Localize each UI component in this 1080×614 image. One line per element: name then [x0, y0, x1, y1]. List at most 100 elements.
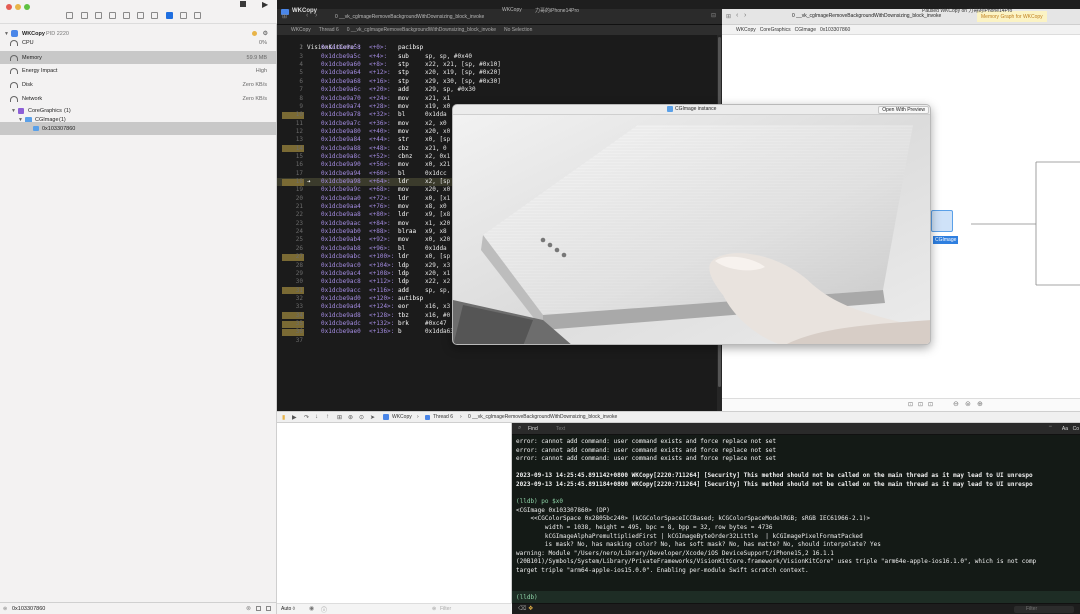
zoom-out-icon[interactable]: ⊖ [953, 400, 959, 408]
code-line[interactable]: 5 0x1dcbe9a64 <+12>: stp x20, x19, [sp, #0x2… [277, 69, 717, 77]
back-icon[interactable]: ‹ [736, 12, 738, 19]
find-input[interactable]: Text [556, 426, 565, 432]
open-with-preview-button[interactable]: Open With Preview [878, 106, 929, 114]
instruction-opcode: autibsp [398, 294, 424, 302]
navigator-filter-input[interactable]: 0x103307860 [12, 606, 45, 612]
export-icon[interactable]: ⊡ [908, 401, 913, 408]
jump-selection[interactable]: No Selection [504, 27, 532, 33]
debug-thread[interactable]: Thread 6 [433, 414, 453, 420]
find-mode[interactable]: Find [528, 426, 538, 432]
code-line[interactable]: 8 0x1dcbe9a70 <+24>: mov x21, x1 [277, 95, 717, 103]
assist-tab-disassembly[interactable]: 0 __vk_cgImageRemoveBackgroundWithDownsi… [792, 13, 941, 19]
tree-row-instance[interactable]: 0x103307860 [0, 122, 277, 135]
location-icon[interactable]: ➤ [370, 414, 375, 421]
frame-icon[interactable]: ⊡ [918, 401, 923, 408]
code-line[interactable]: 4 0x1dcbe9a60 <+8>: stp x22, x21, [sp, #0x10… [277, 61, 717, 69]
close-window-button[interactable] [6, 4, 12, 10]
cgimage-node-label[interactable]: CGImage [933, 236, 959, 244]
info-icon[interactable]: ⓘ [321, 605, 327, 614]
variables-filter-input[interactable]: Filter [440, 606, 451, 612]
clear-icon[interactable]: ⊗ [246, 605, 251, 612]
jump-frame[interactable]: 0 __vk_cgImageRemoveBackgroundWithDownsi… [347, 27, 496, 33]
instruction-address: 0x1dcbe9a64 [321, 69, 361, 77]
instruction-offset: <+20>: [369, 86, 391, 94]
jump-scheme[interactable]: WKCopy [291, 27, 311, 33]
tab-device[interactable]: 力哥的iPhone14Pro [535, 7, 579, 14]
pause-icon[interactable]: ▶ [292, 414, 297, 421]
step-into-icon[interactable]: ↓ [315, 414, 318, 420]
instruction-offset: <+84>: [369, 219, 391, 227]
zoom-window-button[interactable] [24, 4, 30, 10]
instruction-address: 0x1dcbe9ad4 [321, 303, 361, 311]
bookmark-icon[interactable] [109, 12, 116, 19]
jump-library[interactable]: CoreGraphics [760, 27, 791, 33]
instruction-operands: sp, sp, #0x40 [425, 52, 472, 60]
breakpoints-toggle-icon[interactable]: ▮ [282, 414, 285, 421]
trash-icon[interactable]: ⌫ [518, 605, 526, 612]
option-icon[interactable] [256, 606, 261, 611]
code-line[interactable]: 6 0x1dcbe9a68 <+16>: stp x29, x30, [sp, #0x3… [277, 78, 717, 86]
console-filter-input[interactable]: Filter [1014, 606, 1074, 613]
memory-graph-icon[interactable]: ⊛ [348, 414, 353, 421]
step-over-icon[interactable]: ↷ [304, 414, 309, 421]
find-navigator-icon[interactable] [123, 12, 130, 19]
instruction-offset: <+64>: [369, 178, 391, 185]
gauge-row-disk[interactable]: Disk Zero KB/s [0, 78, 277, 91]
jump-instance[interactable]: 0x103307860 [820, 27, 850, 33]
instruction-operands: x21, x1 [425, 94, 451, 102]
tab-scheme[interactable]: WKCopy [502, 7, 522, 13]
run-icon[interactable]: ▶ [262, 0, 268, 9]
code-line[interactable]: 3 0x1dcbe9a5c <+4>: sub sp, sp, #0x40 [277, 53, 717, 61]
issue-navigator-icon[interactable] [137, 12, 144, 19]
stop-icon[interactable] [240, 1, 246, 7]
breakpoint-navigator-icon[interactable] [180, 12, 187, 19]
jump-class[interactable]: CGImage [795, 27, 816, 33]
variables-view[interactable] [277, 423, 512, 603]
instruction-address: 0x1dcbe9a80 [321, 127, 361, 135]
option-icon[interactable] [266, 606, 271, 611]
forward-icon[interactable]: › [744, 12, 746, 19]
jump-scheme[interactable]: WKCopy [736, 27, 756, 33]
test-navigator-icon[interactable] [151, 12, 158, 19]
gauge-row-energy[interactable]: Energy Impact High [0, 64, 277, 77]
debug-frame[interactable]: 0 __vk_cgImageRemoveBackgroundWithDownsi… [468, 414, 617, 420]
zoom-in-icon[interactable]: ⊕ [977, 400, 983, 408]
eye-icon[interactable]: ◉ [309, 605, 314, 612]
match-case-toggle[interactable]: Aa [1062, 426, 1068, 432]
grid-icon[interactable]: ⊞ [726, 13, 731, 20]
gauge-row-cpu[interactable]: CPU 0% [0, 36, 277, 49]
instruction-offset: <+112>: [369, 278, 395, 286]
view-hierarchy-icon[interactable]: ⊞ [337, 414, 342, 421]
environment-icon[interactable]: ⊙ [359, 414, 364, 421]
debug-process[interactable]: WKCopy [392, 414, 412, 420]
refresh-icon[interactable]: ⊡ [928, 401, 933, 408]
zoom-reset-icon[interactable]: ⊜ [965, 400, 971, 408]
minus-icon[interactable]: − [1048, 424, 1052, 430]
cgimage-preview-popover: CGImage instance Open With Preview [452, 104, 931, 345]
variables-scope-select[interactable]: Auto ◊ [281, 606, 295, 612]
debug-navigator-icon[interactable] [166, 12, 173, 19]
navigator-filter-bar[interactable]: ⊜ 0x103307860 ⊗ [0, 602, 277, 614]
code-line[interactable]: 7 0x1dcbe9a6c <+20>: add x29, sp, #0x30 [277, 86, 717, 94]
debug-console[interactable]: error: cannot add command: user command … [512, 435, 1080, 591]
back-icon[interactable]: ‹ [306, 12, 308, 19]
grid-icon[interactable]: ⊞ [282, 13, 287, 20]
lldb-prompt[interactable]: (lldb) [512, 591, 1080, 603]
source-control-icon[interactable] [81, 12, 88, 19]
code-line[interactable]: 2 0x1dcbe9a58 <+0>: pacibsp [277, 44, 717, 52]
cgimage-node-icon[interactable] [931, 210, 953, 232]
contains-toggle[interactable]: Co [1073, 426, 1079, 432]
report-navigator-icon[interactable] [194, 12, 201, 19]
split-icon[interactable]: ⊟ [711, 12, 716, 19]
minimize-window-button[interactable] [15, 4, 21, 10]
variables-footer: Auto ◊ ◉ ⓘ ⊜ Filter [277, 603, 512, 614]
jump-thread[interactable]: Thread 6 [319, 27, 339, 33]
file-tab[interactable]: 0 __vk_cgImageRemoveBackgroundWithDownsi… [335, 14, 484, 20]
step-out-icon[interactable]: ↑ [326, 414, 329, 420]
symbol-navigator-icon[interactable] [95, 12, 102, 19]
gauge-row-memory[interactable]: Memory 59.9 MB [0, 51, 277, 64]
instruction-operands: x0, x20 [425, 236, 451, 244]
forward-icon[interactable]: › [315, 12, 317, 19]
gauge-icon [10, 54, 18, 61]
project-navigator-icon[interactable] [66, 12, 73, 19]
